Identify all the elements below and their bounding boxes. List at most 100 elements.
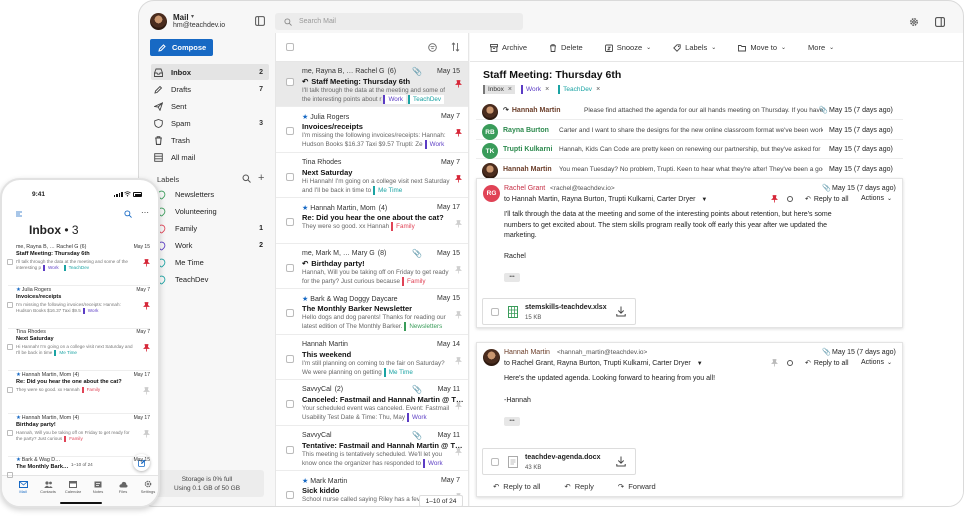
row-label-pill[interactable]: Family xyxy=(391,222,418,231)
pin-icon[interactable] xyxy=(455,311,462,319)
more-button[interactable]: More ⌄ xyxy=(808,43,834,52)
recipients[interactable]: to Hannah Martin, Rayna Burton, Trupti K… xyxy=(504,196,707,203)
row-checkbox[interactable] xyxy=(7,387,13,393)
row-checkbox[interactable] xyxy=(7,472,13,478)
labels-button[interactable]: Labels ⌄ xyxy=(673,43,716,52)
row-label-pill[interactable]: TeachDev xyxy=(63,265,93,272)
pin-icon[interactable] xyxy=(455,129,462,137)
star-icon[interactable]: ★ xyxy=(16,287,21,293)
pin-icon[interactable] xyxy=(455,220,462,228)
phone-tab-notes[interactable]: Notes xyxy=(86,481,110,494)
pin-icon[interactable] xyxy=(455,175,462,183)
remove-tag-icon[interactable]: × xyxy=(545,86,549,93)
label-item-family[interactable]: Family 1 xyxy=(156,221,267,235)
row-label-pill[interactable]: TeachDev xyxy=(408,95,445,104)
sidebar-item-inbox[interactable]: Inbox 2 xyxy=(151,64,269,80)
search-input[interactable]: Search Mail xyxy=(299,18,336,25)
row-label-pill[interactable]: Me Time xyxy=(383,368,416,377)
phone-tab-files[interactable]: Files xyxy=(111,481,135,494)
compose-button[interactable]: Compose xyxy=(150,39,213,56)
pin-icon[interactable] xyxy=(143,430,150,438)
row-label-pill[interactable]: Family xyxy=(81,387,104,393)
reply-all-button[interactable]: ↶ Reply to all xyxy=(805,359,849,368)
move-to-button[interactable]: Move to ⌄ xyxy=(738,43,786,52)
star-icon[interactable]: ★ xyxy=(16,372,21,378)
attachment-checkbox[interactable] xyxy=(491,458,499,466)
filter-icon[interactable] xyxy=(428,43,437,52)
sidebar-item-sent[interactable]: Sent xyxy=(151,98,269,114)
row-label-pill[interactable]: Family xyxy=(64,436,86,443)
show-quoted-button[interactable]: ••• xyxy=(504,417,520,426)
remove-tag-icon[interactable]: × xyxy=(596,86,600,93)
pin-icon[interactable] xyxy=(455,448,462,456)
message-row[interactable]: Tina Rhodes May 7 Next Saturday Hi Hannah! … xyxy=(276,153,468,198)
collapsed-message[interactable]: Hannah Martin You mean Tuesday? No proble… xyxy=(476,160,903,179)
download-icon[interactable] xyxy=(616,456,626,467)
pin-icon[interactable] xyxy=(455,266,462,274)
star-icon[interactable]: ★ xyxy=(16,457,21,463)
forward-footer-button[interactable]: ↷ Forward xyxy=(618,482,656,491)
attachment-checkbox[interactable] xyxy=(491,308,499,316)
sidebar-item-all-mail[interactable]: All mail xyxy=(151,149,269,165)
attachment[interactable]: teachdev-agenda.docx 43 KB xyxy=(482,448,636,475)
label-item-me-time[interactable]: Me Time xyxy=(156,255,267,269)
row-checkbox[interactable] xyxy=(286,491,294,499)
unread-dot-icon[interactable] xyxy=(787,360,793,366)
actions-button[interactable]: Actions ⌄ xyxy=(861,359,892,366)
row-checkbox[interactable] xyxy=(286,355,294,363)
row-checkbox[interactable] xyxy=(7,344,13,350)
star-icon[interactable]: ★ xyxy=(302,478,308,485)
settings-gear-icon[interactable] xyxy=(909,17,919,27)
row-checkbox[interactable] xyxy=(7,259,13,265)
remove-tag-icon[interactable]: × xyxy=(508,86,512,93)
row-checkbox[interactable] xyxy=(286,309,294,317)
row-label-pill[interactable]: Work xyxy=(82,308,102,315)
label-item-volunteering[interactable]: Volunteering xyxy=(156,204,267,218)
reply-all-button[interactable]: ↶ Reply to all xyxy=(805,195,849,204)
phone-message-row[interactable]: ★Hannah Martin, Mom (4) May 17 Birthday pa… xyxy=(7,415,150,457)
phone-tab-calendar[interactable]: Calendar xyxy=(61,481,85,494)
thread-tag[interactable]: Work × xyxy=(521,85,553,94)
phone-tab-mail[interactable]: Mail xyxy=(11,481,35,494)
thread-tag[interactable]: Inbox × xyxy=(483,85,515,94)
message-row[interactable]: SavvyCal 📎 May 11 Tentative: Fastmail and H… xyxy=(276,426,468,471)
row-checkbox[interactable] xyxy=(286,78,294,86)
actions-button[interactable]: Actions ⌄ xyxy=(861,195,892,202)
pin-icon[interactable] xyxy=(143,344,150,352)
pin-icon[interactable] xyxy=(143,302,150,310)
collapsed-message[interactable]: RB Rayna Burton Carter and I want to share… xyxy=(476,121,903,140)
label-item-teachdev[interactable]: TeachDev xyxy=(156,272,267,286)
pin-icon[interactable] xyxy=(143,387,150,395)
row-checkbox[interactable] xyxy=(286,127,294,135)
phone-message-row[interactable]: ★Bark & Wag D… May 15 The Monthly Bark… xyxy=(7,457,150,478)
archive-button[interactable]: Archive xyxy=(490,43,527,52)
row-label-pill[interactable]: Me Time xyxy=(373,186,406,195)
pin-icon[interactable] xyxy=(455,80,462,88)
row-checkbox[interactable] xyxy=(286,264,294,272)
sidebar-toggle-icon[interactable] xyxy=(255,16,265,26)
star-icon[interactable]: ★ xyxy=(16,415,21,421)
attachment[interactable]: stemskills-teachdev.xlsx 15 KB xyxy=(482,298,636,325)
message-row[interactable]: ★ Julia Rogers May 7 Invoices/receipts I'm m… xyxy=(276,107,468,153)
search-labels-icon[interactable] xyxy=(242,174,251,183)
row-checkbox[interactable] xyxy=(286,400,294,408)
account-avatar[interactable] xyxy=(150,13,167,30)
menu-icon[interactable] xyxy=(16,211,22,217)
message-row[interactable]: Hannah Martin May 14 This weekend I'm still… xyxy=(276,335,468,380)
phone-message-row[interactable]: Tina Rhodes May 7 Next Saturday Hi Hannah! … xyxy=(7,329,150,371)
reading-pane-toggle-icon[interactable] xyxy=(935,17,945,27)
phone-tab-settings[interactable]: Settings xyxy=(136,480,158,494)
phone-more-icon[interactable]: ⋯ xyxy=(141,208,149,217)
message-row[interactable]: me, Rayna B, … Rachel G (6) 📎 May 15 ↶ Staff … xyxy=(276,62,468,107)
row-checkbox[interactable] xyxy=(286,446,294,454)
label-item-work[interactable]: Work 2 xyxy=(156,238,267,252)
download-icon[interactable] xyxy=(616,306,626,317)
add-label-icon[interactable]: + xyxy=(258,172,264,184)
pin-icon[interactable] xyxy=(455,357,462,365)
pager[interactable]: 1–10 of 24 xyxy=(419,495,463,506)
row-label-pill[interactable]: Work xyxy=(383,95,407,104)
star-icon[interactable]: ★ xyxy=(302,205,308,212)
row-label-pill[interactable]: Newsletters xyxy=(404,322,446,331)
sidebar-item-drafts[interactable]: Drafts 7 xyxy=(151,81,269,97)
row-label-pill[interactable]: Work xyxy=(423,459,446,468)
